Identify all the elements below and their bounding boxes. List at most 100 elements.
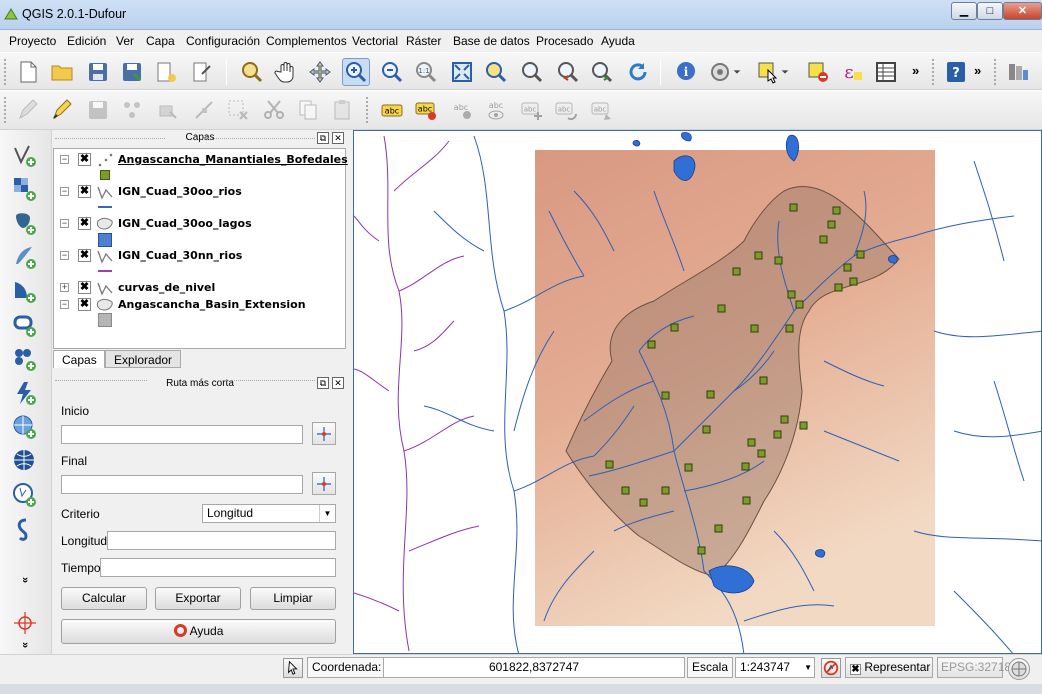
time-output-field[interactable] [100, 558, 336, 577]
field-calculator-icon[interactable]: ε [838, 58, 866, 86]
label-pin-icon[interactable]: abc [412, 96, 440, 124]
float-panel-button[interactable]: ⧉ [317, 132, 329, 144]
toolbar-grip[interactable] [4, 97, 8, 123]
add-wms-layer-icon[interactable] [10, 412, 40, 442]
composer-manager-icon[interactable] [188, 58, 216, 86]
tab-explorador[interactable]: Explorador [105, 350, 181, 368]
help-icon[interactable]: ? [942, 58, 970, 86]
open-project-icon[interactable] [48, 58, 76, 86]
toolbar-overflow[interactable]: » [912, 63, 919, 78]
export-button[interactable]: Exportar [155, 587, 241, 610]
add-vector-layer-icon[interactable] [10, 140, 40, 170]
calculate-button[interactable]: Calcular [61, 587, 147, 610]
start-point-field[interactable] [61, 425, 303, 444]
move-feature-icon[interactable] [154, 96, 182, 124]
expand-toggle[interactable]: + [60, 283, 69, 292]
label-show-hide-icon[interactable]: abc [448, 96, 476, 124]
add-wfs-globe-layer-icon[interactable] [10, 480, 40, 510]
zoom-in-icon[interactable] [342, 58, 370, 86]
chevron-down-icon[interactable]: » [10, 572, 40, 588]
menu-proyecto[interactable]: Proyecto [9, 34, 56, 48]
map-rendering[interactable] [354, 131, 1042, 654]
maximize-button[interactable]: □ [977, 2, 1003, 20]
coordinate-display[interactable]: 601822,8372747 [383, 657, 685, 678]
stop-render-icon[interactable] [821, 658, 841, 678]
new-shapefile-layer-icon[interactable] [10, 514, 40, 544]
clear-button[interactable]: Limpiar [250, 587, 336, 610]
menu-edicion[interactable]: Edición [67, 34, 106, 48]
plugin-toolbar-icon[interactable] [1004, 58, 1032, 86]
criterion-select[interactable]: Longitud ▼ [202, 504, 336, 523]
scale-combo[interactable]: 1:243747 ▼ [735, 657, 815, 678]
mouse-coordinate-toggle-icon[interactable] [283, 658, 303, 678]
toolbar-grip[interactable] [4, 59, 8, 85]
toggle-editing-icon[interactable] [48, 96, 76, 124]
layer-tree[interactable]: − ✖ Angascancha_Manantiales_Bofedales − … [53, 148, 348, 349]
zoom-to-selection-icon[interactable] [482, 58, 510, 86]
toolbar-grip[interactable] [932, 59, 936, 85]
layer-item[interactable]: − ✖ IGN_Cuad_30nn_rios [54, 248, 344, 264]
menu-ayuda[interactable]: Ayuda [601, 34, 635, 48]
layer-name[interactable]: IGN_Cuad_30oo_rios [118, 185, 242, 198]
add-spatialite-layer-icon[interactable] [10, 242, 40, 272]
label-change-icon[interactable]: abc [588, 96, 616, 124]
label-move-icon[interactable]: abc [518, 96, 546, 124]
pan-map-to-selection-icon[interactable] [238, 58, 266, 86]
zoom-to-layer-icon[interactable] [518, 58, 546, 86]
tab-capas[interactable]: Capas [53, 350, 105, 368]
collapse-toggle[interactable]: − [60, 300, 69, 309]
add-mssql-layer-icon[interactable] [10, 276, 40, 306]
toolbar-overflow[interactable]: » [974, 63, 981, 78]
menu-capa[interactable]: Capa [146, 34, 175, 48]
float-panel-button[interactable]: ⧉ [317, 377, 329, 389]
menu-vectorial[interactable]: Vectorial [352, 34, 398, 48]
collapse-toggle[interactable]: − [60, 251, 69, 260]
layer-visibility-checkbox[interactable]: ✖ [78, 185, 91, 198]
layer-name[interactable]: IGN_Cuad_30oo_lagos [118, 217, 252, 230]
deselect-features-icon[interactable] [804, 58, 832, 86]
delete-selected-icon[interactable] [224, 96, 252, 124]
close-panel-button[interactable]: ✕ [332, 132, 344, 144]
help-button[interactable]: Ayuda [61, 619, 336, 644]
layer-visibility-checkbox[interactable]: ✖ [78, 281, 91, 294]
save-as-icon[interactable] [118, 58, 146, 86]
zoom-full-icon[interactable] [448, 58, 476, 86]
crosshair-icon[interactable] [10, 608, 40, 638]
layer-visibility-checkbox[interactable]: ✖ [78, 249, 91, 262]
close-button[interactable]: ✕ [1003, 2, 1042, 20]
layer-name[interactable]: curvas_de_nivel [118, 281, 215, 294]
label-rotate-icon[interactable]: abc [552, 96, 580, 124]
new-print-composer-icon[interactable] [152, 58, 180, 86]
layer-visibility-checkbox[interactable]: ✖ [78, 153, 91, 166]
add-oracle-layer-icon[interactable] [10, 310, 40, 340]
save-edits-icon[interactable] [84, 96, 112, 124]
crs-globe-icon[interactable] [1008, 658, 1030, 680]
layer-visibility-checkbox[interactable]: ✖ [78, 217, 91, 230]
add-wcs-layer-icon[interactable] [10, 446, 40, 476]
collapse-toggle[interactable]: − [60, 187, 69, 196]
chevron-down-icon[interactable] [730, 58, 744, 86]
render-checkbox[interactable]: ✖ Representar [845, 657, 933, 678]
current-edits-icon[interactable] [14, 96, 42, 124]
zoom-next-icon[interactable] [588, 58, 616, 86]
attribute-table-icon[interactable] [872, 58, 900, 86]
menu-complementos[interactable]: Complementos [266, 34, 347, 48]
chevron-down-icon[interactable] [778, 58, 792, 86]
layer-name[interactable]: Angascancha_Manantiales_Bofedales [118, 153, 348, 166]
chevron-down-icon[interactable]: » [10, 638, 40, 652]
add-wfs-layer-icon[interactable] [10, 378, 40, 408]
layer-item[interactable]: − ✖ IGN_Cuad_30oo_rios [54, 184, 344, 200]
label-visibility-icon[interactable]: abc [482, 96, 510, 124]
node-tool-icon[interactable] [190, 96, 218, 124]
layer-name[interactable]: Angascancha_Basin_Extension [118, 298, 306, 311]
layer-item[interactable]: − ✖ Angascancha_Manantiales_Bofedales [54, 152, 348, 168]
copy-features-icon[interactable] [294, 96, 322, 124]
cut-features-icon[interactable] [260, 96, 288, 124]
zoom-actual-size-icon[interactable]: 1:1 [412, 58, 440, 86]
layer-item[interactable]: + ✖ curvas_de_nivel [54, 280, 344, 296]
new-project-icon[interactable] [14, 58, 42, 86]
add-feature-icon[interactable] [118, 96, 146, 124]
layer-visibility-checkbox[interactable]: ✖ [78, 298, 91, 311]
collapse-toggle[interactable]: − [60, 219, 69, 228]
length-output-field[interactable] [107, 531, 336, 550]
